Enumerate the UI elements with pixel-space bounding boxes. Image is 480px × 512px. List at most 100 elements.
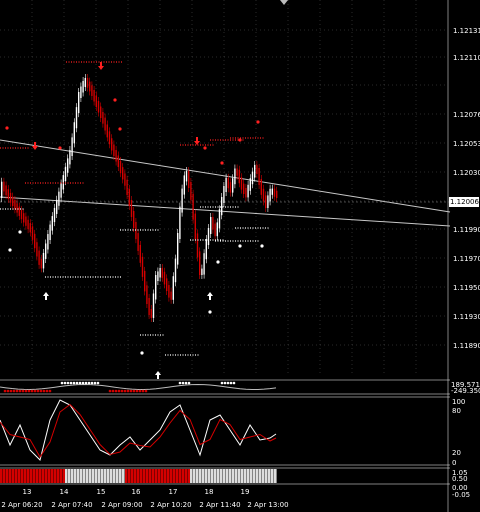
signal-dot — [140, 351, 144, 355]
candle-body — [25, 216, 27, 226]
cci-dot — [3, 389, 7, 393]
candle-body — [108, 131, 111, 145]
candle-body — [71, 137, 73, 157]
candle-body — [5, 185, 7, 196]
histogram-bar — [134, 469, 137, 483]
histogram-bar — [15, 469, 18, 483]
candle-body — [7, 189, 9, 199]
histogram-bar — [149, 469, 152, 483]
candle-body — [229, 182, 232, 193]
candle-body — [168, 285, 170, 298]
histogram-bar — [265, 469, 268, 483]
price-axis-label: 1.11930 — [453, 313, 480, 321]
histogram-bar — [140, 469, 143, 483]
price-axis-label: 1.12053 — [453, 140, 480, 148]
histogram-bar — [113, 469, 116, 483]
histogram-bar — [48, 469, 51, 483]
candle-body — [170, 291, 172, 300]
histogram-bar — [92, 469, 95, 483]
stoch-label-0: 0 — [452, 459, 456, 467]
candle-body — [155, 275, 157, 300]
histogram-bar — [179, 469, 182, 483]
hist-label-2: 0.50 — [452, 475, 468, 483]
histogram-bar — [39, 469, 42, 483]
histogram-bar — [143, 469, 146, 483]
candle-body — [218, 209, 221, 229]
histogram-bar — [89, 469, 92, 483]
cci-dot — [138, 389, 142, 393]
cci-dot — [72, 381, 76, 385]
histogram-bar — [235, 469, 238, 483]
current-price-tag: 1.12006 — [449, 197, 479, 207]
candle-body — [86, 78, 89, 88]
histogram-bar — [42, 469, 45, 483]
candle-body — [201, 268, 203, 275]
histogram-bar — [24, 469, 27, 483]
candle-body — [111, 138, 113, 151]
histogram-bar — [146, 469, 149, 483]
cci-dot — [108, 389, 112, 393]
candle-body — [56, 199, 58, 214]
candle-body — [97, 101, 100, 113]
candle-body — [73, 122, 75, 144]
histogram-bar — [33, 469, 36, 483]
histogram-bar — [51, 469, 54, 483]
candle-body — [181, 188, 183, 213]
trading-chart[interactable]: 1.12131 1.12110 1.12076 1.12053 1.12030 1.119… — [0, 0, 480, 512]
stoch-label-100: 100 — [452, 398, 465, 406]
histogram-bar — [21, 469, 24, 483]
histogram-bar — [122, 469, 125, 483]
histogram-bar — [167, 469, 170, 483]
histogram-bar — [158, 469, 161, 483]
time-axis-label: 2 Apr 09:00 — [101, 501, 142, 509]
candle-body — [243, 183, 245, 194]
candle-body — [106, 124, 108, 138]
time-axis-sub-label: 15 — [97, 488, 106, 496]
candle-body — [273, 188, 276, 197]
candle-body — [269, 188, 271, 202]
cci-dot — [18, 389, 22, 393]
candle-body — [265, 195, 267, 208]
cci-dot — [84, 381, 88, 385]
stoch-label-20: 20 — [452, 449, 461, 457]
cci-dot — [63, 381, 67, 385]
candle-body — [104, 117, 106, 131]
cci-dot — [33, 389, 37, 393]
histogram-bar — [116, 469, 119, 483]
histogram-bar — [155, 469, 158, 483]
candle-body — [161, 267, 163, 278]
cci-dot — [45, 389, 49, 393]
histogram-bar — [229, 469, 232, 483]
cci-dot — [181, 381, 185, 385]
price-axis-label: 1.11890 — [453, 342, 480, 350]
histogram-bar — [80, 469, 83, 483]
signal-dot — [203, 146, 207, 150]
histogram-bar — [170, 469, 173, 483]
time-axis-sub-label: 17 — [169, 488, 178, 496]
candle-body — [258, 168, 260, 185]
candle-body — [34, 233, 36, 249]
candle-body — [36, 242, 38, 257]
candle-body — [205, 239, 207, 260]
histogram-bar — [36, 469, 39, 483]
candle-body — [20, 209, 23, 220]
candle-body — [223, 186, 225, 203]
histogram-bar — [125, 469, 128, 483]
histogram-bar — [128, 469, 131, 483]
price-axis-label: 1.12131 — [453, 27, 480, 35]
stoch-label-80: 80 — [452, 407, 461, 415]
candle-body — [12, 196, 14, 206]
candle-body — [234, 168, 236, 185]
candle-body — [212, 217, 214, 230]
candle-body — [49, 224, 51, 241]
cci-dot — [9, 389, 13, 393]
candle-body — [262, 188, 265, 202]
cci-dot — [184, 381, 188, 385]
cci-dot — [6, 389, 10, 393]
cci-dot — [66, 381, 70, 385]
candle-body — [152, 293, 155, 318]
histogram-bar — [232, 469, 235, 483]
histogram-bar — [274, 469, 277, 483]
price-axis-label: 1.11970 — [453, 255, 480, 263]
cci-dot — [114, 389, 118, 393]
